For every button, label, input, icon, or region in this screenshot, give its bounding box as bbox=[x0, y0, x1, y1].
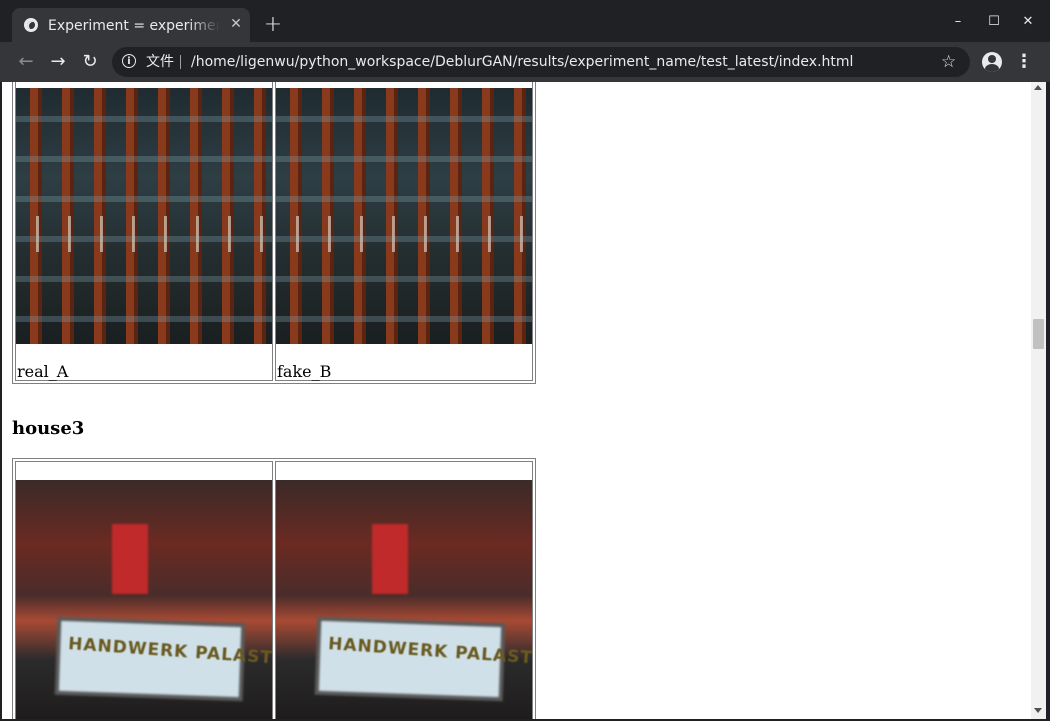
image-table: HANDWERK PALAST HANDWERK PALAST bbox=[12, 458, 536, 719]
scroll-up-icon[interactable] bbox=[1034, 85, 1042, 90]
image-cell: HANDWERK PALAST bbox=[275, 461, 533, 719]
globe-icon bbox=[24, 18, 38, 32]
result-image[interactable] bbox=[16, 88, 272, 344]
minimize-button[interactable]: – bbox=[948, 12, 968, 32]
sign-text: HANDWERK PALAST bbox=[67, 634, 272, 669]
image-caption: real_A bbox=[17, 362, 69, 381]
scheme-label: 文件 bbox=[146, 54, 174, 70]
omnibox-divider bbox=[180, 55, 181, 69]
tab-title: Experiment = experiment_name bbox=[48, 18, 220, 34]
section-heading: house3 bbox=[12, 418, 85, 439]
result-image[interactable]: HANDWERK PALAST bbox=[276, 480, 532, 719]
scroll-down-icon[interactable] bbox=[1034, 708, 1042, 713]
image-cell: fake_B bbox=[275, 82, 533, 381]
image-cell: real_A bbox=[15, 82, 273, 381]
forward-button[interactable]: → bbox=[46, 50, 70, 74]
page-viewport: real_A fake_B house3 HANDWERK PALAST HAN… bbox=[2, 82, 1031, 719]
maximize-button[interactable]: ☐ bbox=[984, 12, 1004, 32]
tab-close-icon[interactable]: ✕ bbox=[228, 16, 244, 32]
result-image[interactable]: HANDWERK PALAST bbox=[16, 480, 272, 719]
menu-button[interactable]: ⋮ bbox=[1014, 50, 1034, 74]
image-caption: fake_B bbox=[277, 362, 332, 381]
browser-window: Experiment = experiment_name ✕ + – ☐ ✕ ←… bbox=[0, 0, 1050, 721]
browser-tab[interactable]: Experiment = experiment_name ✕ bbox=[12, 8, 250, 42]
close-window-button[interactable]: ✕ bbox=[1018, 12, 1038, 32]
url-text[interactable]: /home/ligenwu/python_workspace/DeblurGAN… bbox=[191, 53, 853, 71]
scrollbar-thumb[interactable] bbox=[1033, 319, 1044, 349]
tab-strip: Experiment = experiment_name ✕ + – ☐ ✕ bbox=[0, 0, 1050, 42]
sign-text: HANDWERK PALAST bbox=[327, 634, 532, 669]
image-cell: HANDWERK PALAST bbox=[15, 461, 273, 719]
back-button[interactable]: ← bbox=[14, 50, 38, 74]
address-bar[interactable]: i 文件 /home/ligenwu/python_workspace/Debl… bbox=[112, 47, 970, 77]
result-image[interactable] bbox=[276, 88, 532, 344]
info-icon[interactable]: i bbox=[122, 54, 136, 68]
reload-button[interactable]: ↻ bbox=[78, 50, 102, 74]
browser-toolbar: ← → ↻ i 文件 /home/ligenwu/python_workspac… bbox=[0, 42, 1050, 82]
star-icon[interactable]: ☆ bbox=[941, 52, 956, 72]
account-icon[interactable] bbox=[982, 52, 1002, 72]
new-tab-button[interactable]: + bbox=[262, 14, 284, 36]
vertical-scrollbar[interactable] bbox=[1031, 82, 1046, 719]
image-table: real_A fake_B bbox=[12, 82, 536, 384]
